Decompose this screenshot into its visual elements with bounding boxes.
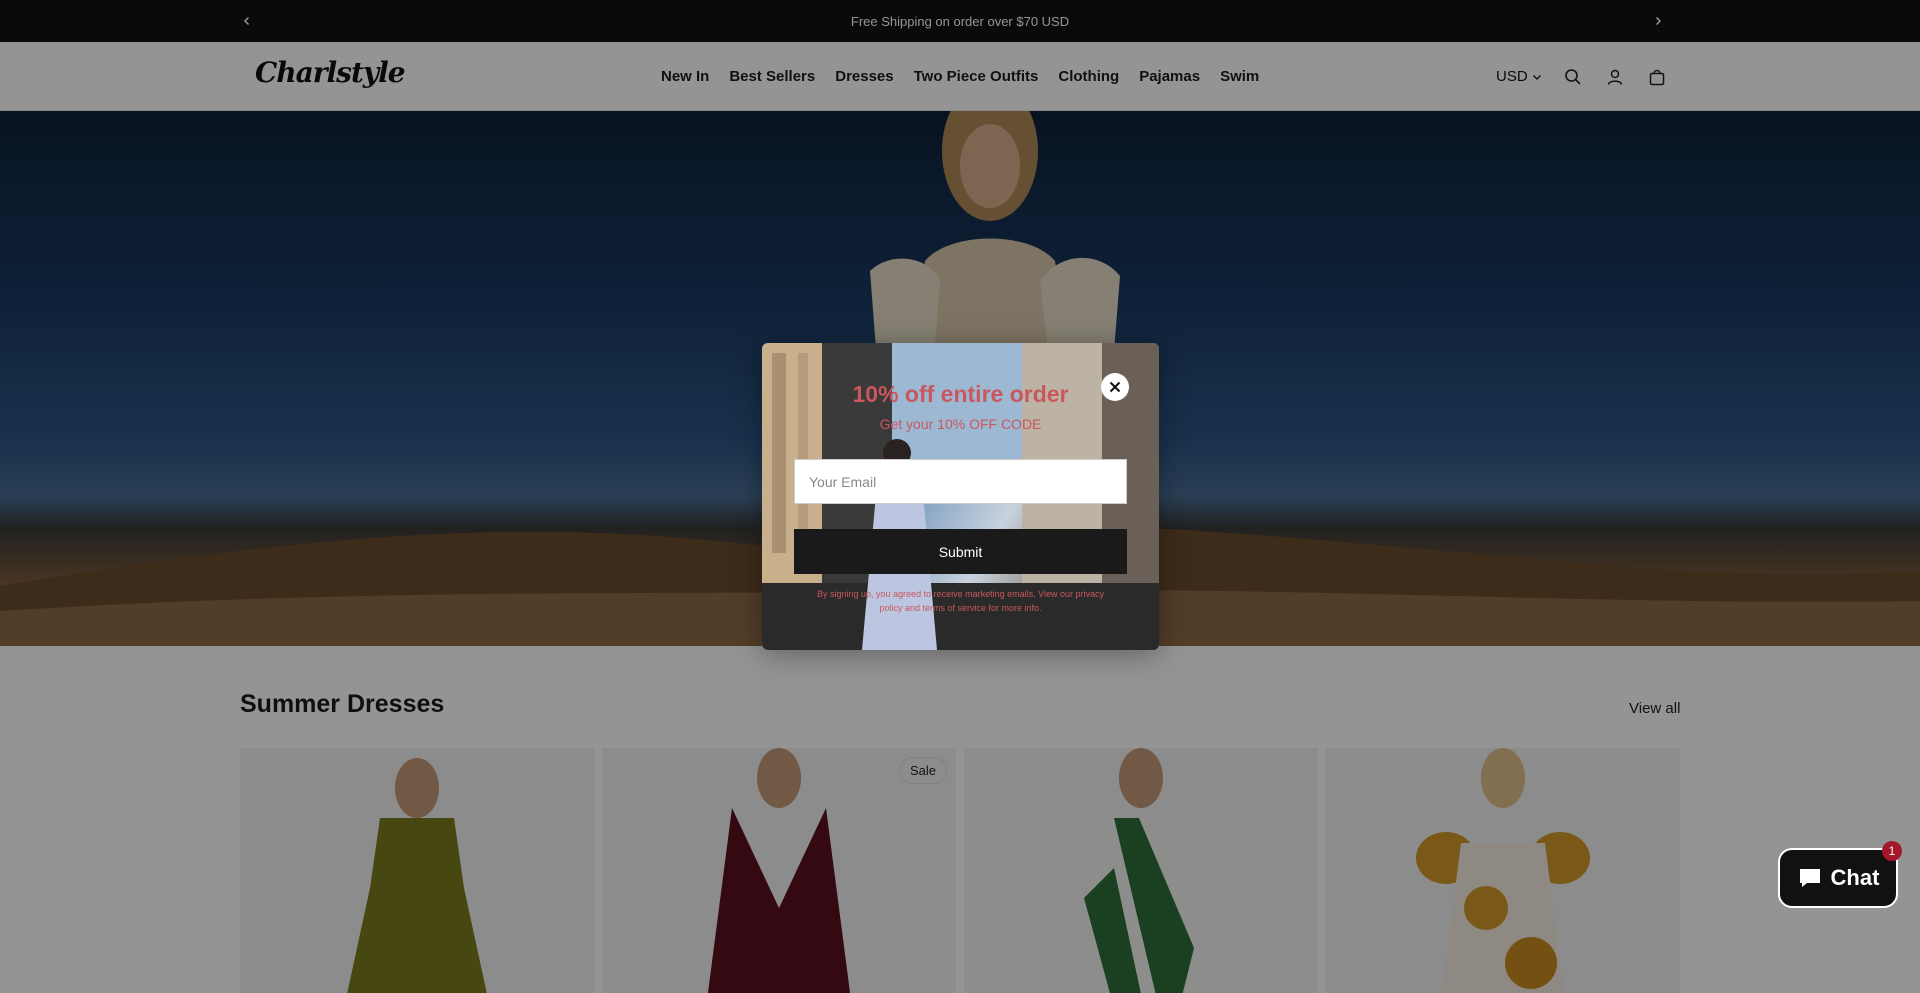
chat-button[interactable]: Chat: [1778, 848, 1898, 908]
popup-subtitle: Get your 10% OFF CODE: [879, 416, 1042, 432]
email-input[interactable]: [794, 459, 1127, 504]
chat-label: Chat: [1830, 865, 1880, 890]
popup-legal-text: By signing up, you agreed to receive mar…: [817, 589, 1104, 613]
close-icon[interactable]: [1101, 373, 1129, 401]
chat-notification-badge: 1: [1882, 841, 1902, 861]
submit-button[interactable]: Submit: [794, 529, 1127, 574]
discount-popup: 10% off entire order Get your 10% OFF CO…: [762, 343, 1159, 650]
chat-bubble-icon: [1799, 869, 1820, 887]
popup-title: 10% off entire order: [852, 381, 1069, 407]
